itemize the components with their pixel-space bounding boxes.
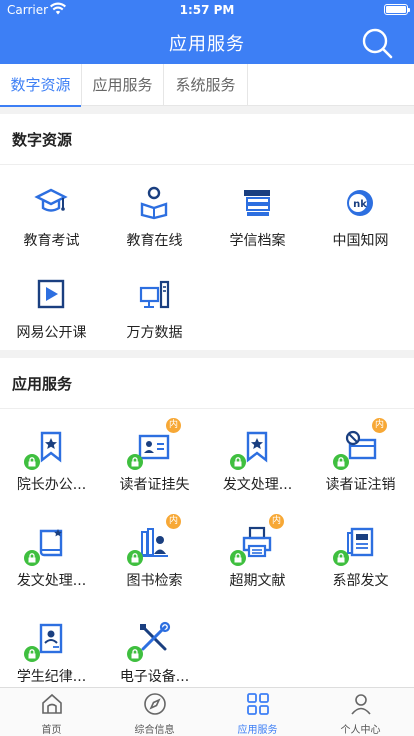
lock-icon <box>24 646 40 662</box>
grid-item-dept-docs[interactable]: 系部发文 <box>309 504 412 600</box>
tabbar-profile[interactable]: 个人中心 <box>309 688 412 736</box>
section-title: 应用服务 <box>12 375 73 393</box>
grid-item-cnki[interactable]: nk 中国知网 <box>309 164 412 260</box>
internal-badge: 内 <box>166 514 181 529</box>
item-label: 发文处理... <box>16 573 87 589</box>
tab-app-services[interactable]: 应用服务 <box>82 64 164 106</box>
grid-item-electronic-devices[interactable]: 电子设备... <box>103 600 206 696</box>
grid-item-reader-card-loss[interactable]: 内 读者证挂失 <box>103 408 206 504</box>
grid-item-book-search[interactable]: 内 图书检索 <box>103 504 206 600</box>
internal-badge: 内 <box>166 418 181 433</box>
lock-icon <box>333 454 349 470</box>
file-stack-icon <box>237 182 277 222</box>
internal-badge: 内 <box>372 418 387 433</box>
item-label: 教育考试 <box>23 233 80 249</box>
tabbar-label: 应用服务 <box>237 725 278 736</box>
item-label: 图书检索 <box>126 573 183 589</box>
home-icon <box>40 692 64 716</box>
item-label: 超期文献 <box>229 573 286 589</box>
item-label: 网易公开课 <box>16 325 87 341</box>
lock-icon <box>127 454 143 470</box>
section-app-services: 应用服务 院长办公... 内 读者证挂失 发文处理... 内 读者证注销 发文处… <box>0 358 414 688</box>
lock-icon <box>333 550 349 566</box>
battery-icon <box>384 4 410 15</box>
cnki-logo-icon: nk <box>340 182 380 222</box>
section-digital-resources: 数字资源 教育考试 教育在线 学信档案 nk 中国知网 网易公开课 万方数据 <box>0 114 414 350</box>
tabbar-app-services[interactable]: 应用服务 <box>206 688 309 736</box>
online-reading-icon <box>134 182 174 222</box>
graduation-cap-icon <box>31 182 71 222</box>
lock-icon <box>24 454 40 470</box>
lock-icon <box>127 646 143 662</box>
person-icon <box>349 692 373 716</box>
svg-text:nk: nk <box>353 199 367 210</box>
tab-digital-resources[interactable]: 数字资源 <box>0 64 82 107</box>
item-label: 学信档案 <box>229 233 286 249</box>
grid-item-wanfang[interactable]: 万方数据 <box>103 256 206 352</box>
grid-item-president-office[interactable]: 院长办公... <box>0 408 103 504</box>
item-label: 电子设备... <box>119 669 190 685</box>
lock-icon <box>24 550 40 566</box>
grid-item-education-online[interactable]: 教育在线 <box>103 164 206 260</box>
item-label: 院长办公... <box>16 477 87 493</box>
lock-icon <box>127 550 143 566</box>
app-header: Carrier 1:57 PM 应用服务 <box>0 0 414 64</box>
tabbar-label: 个人中心 <box>340 725 381 736</box>
lock-icon <box>230 454 246 470</box>
lock-icon <box>230 550 246 566</box>
tabbar-info[interactable]: 综合信息 <box>103 688 206 736</box>
item-label: 读者证挂失 <box>119 477 190 493</box>
bottom-tab-bar: 首页 综合信息 应用服务 个人中心 <box>0 687 414 736</box>
grid-item-doc-processing-1[interactable]: 发文处理... <box>206 408 309 504</box>
computer-tower-icon <box>134 274 174 314</box>
item-label: 学生纪律... <box>16 669 87 685</box>
compass-icon <box>143 692 167 716</box>
category-tabs: 数字资源 应用服务 系统服务 <box>0 64 414 107</box>
page-title: 应用服务 <box>169 34 245 55</box>
grid-item-student-discipline[interactable]: 学生纪律... <box>0 600 103 696</box>
item-label: 教育在线 <box>126 233 183 249</box>
item-label: 中国知网 <box>332 233 389 249</box>
item-label: 发文处理... <box>222 477 293 493</box>
internal-badge: 内 <box>269 514 284 529</box>
tab-system-services[interactable]: 系统服务 <box>164 64 248 106</box>
grid-icon <box>246 692 270 716</box>
status-time: 1:57 PM <box>179 3 235 17</box>
search-icon[interactable] <box>360 26 394 60</box>
tabbar-label: 首页 <box>41 725 62 736</box>
item-label: 万方数据 <box>126 325 183 341</box>
item-label: 读者证注销 <box>325 477 396 493</box>
grid-item-reader-card-cancel[interactable]: 内 读者证注销 <box>309 408 412 504</box>
status-bar: Carrier 1:57 PM <box>0 0 414 20</box>
item-label: 系部发文 <box>332 573 389 589</box>
grid-item-exam[interactable]: 教育考试 <box>0 164 103 260</box>
grid-item-doc-processing-2[interactable]: 发文处理... <box>0 504 103 600</box>
grid-item-xuexin[interactable]: 学信档案 <box>206 164 309 260</box>
video-play-icon <box>31 274 71 314</box>
tabbar-home[interactable]: 首页 <box>0 688 103 736</box>
grid-item-netease-open[interactable]: 网易公开课 <box>0 256 103 352</box>
grid-item-overdue-docs[interactable]: 内 超期文献 <box>206 504 309 600</box>
section-title: 数字资源 <box>12 131 73 149</box>
tabbar-label: 综合信息 <box>134 725 175 736</box>
